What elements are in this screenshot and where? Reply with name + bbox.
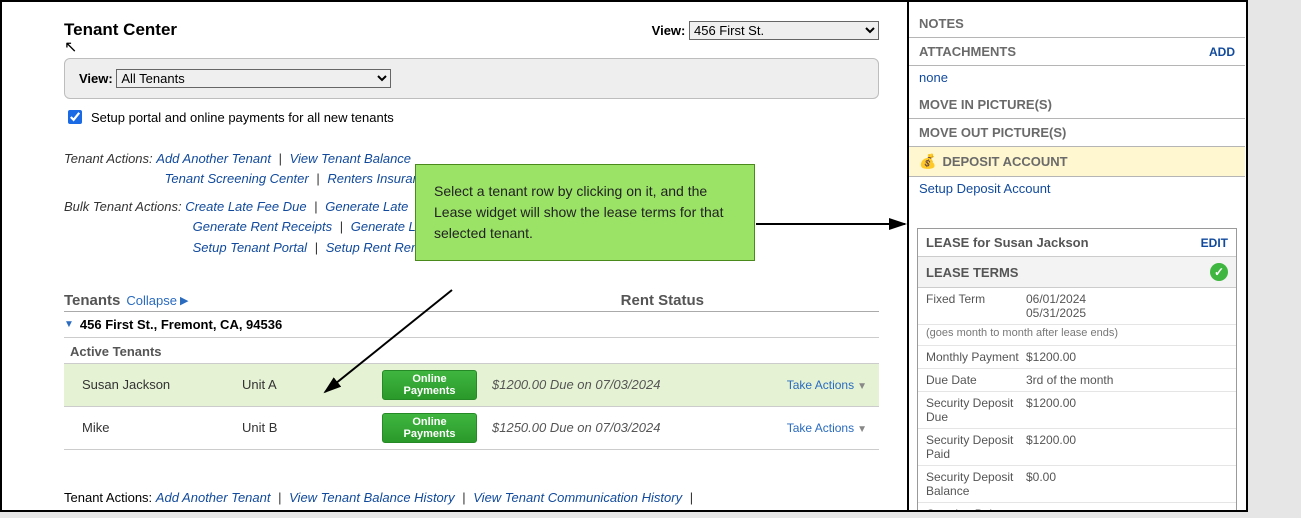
panel-view-label: View: bbox=[79, 71, 113, 86]
tenant-name: Mike bbox=[82, 420, 242, 435]
lt-monthly-k: Monthly Payment bbox=[926, 350, 1026, 364]
check-circle-icon: ✓ bbox=[1210, 263, 1228, 281]
tenant-unit: Unit A bbox=[242, 377, 382, 392]
tenant-name: Susan Jackson bbox=[82, 377, 242, 392]
lt-secpaid-k: Security Deposit Paid bbox=[926, 433, 1026, 461]
link-renters-insurance[interactable]: Renters Insuran bbox=[327, 171, 420, 186]
moneybag-icon: 💰 bbox=[919, 153, 936, 170]
lt-duedate-k: Due Date bbox=[926, 373, 1026, 387]
property-address-row[interactable]: ▼ 456 First St., Fremont, CA, 94536 bbox=[64, 312, 879, 338]
link-add-another-tenant[interactable]: Add Another Tenant bbox=[156, 151, 271, 166]
active-tenants-header: Active Tenants bbox=[64, 338, 879, 364]
deposit-account-heading: DEPOSIT ACCOUNT bbox=[942, 154, 1067, 169]
link-add-another-tenant[interactable]: Add Another Tenant bbox=[156, 490, 271, 505]
link-create-late-fee-due[interactable]: Create Late Fee Due bbox=[185, 199, 306, 214]
attachments-none: none bbox=[909, 66, 1245, 91]
tenant-actions-label: Tenant Actions: bbox=[64, 490, 152, 505]
expand-caret-icon: ▼ bbox=[64, 319, 74, 330]
tenant-rent-status: $1200.00 Due on 07/03/2024 bbox=[492, 377, 752, 392]
setup-portal-label: Setup portal and online payments for all… bbox=[91, 110, 394, 125]
tenant-row[interactable]: Susan Jackson Unit A Online Payments $12… bbox=[64, 364, 879, 407]
property-view-select[interactable]: 456 First St. bbox=[689, 21, 879, 40]
sidebar-movein-heading: MOVE IN PICTURE(S) bbox=[909, 91, 1245, 119]
lt-fixed-term-v: 06/01/202405/31/2025 bbox=[1026, 292, 1228, 320]
sidebar-notes-heading: NOTES bbox=[909, 2, 1245, 38]
online-payments-button[interactable]: Online Payments bbox=[382, 413, 477, 443]
lease-edit-link[interactable]: EDIT bbox=[1201, 236, 1228, 250]
lt-monthly-v: $1200.00 bbox=[1026, 350, 1228, 364]
link-view-tenant-comm-history[interactable]: View Tenant Communication History bbox=[473, 490, 682, 505]
setup-portal-checkbox[interactable] bbox=[68, 110, 82, 124]
bulk-actions-label: Bulk Tenant Actions: bbox=[64, 199, 182, 214]
help-callout: Select a tenant row by clicking on it, a… bbox=[415, 164, 755, 261]
lt-secpaid-v: $1200.00 bbox=[1026, 433, 1228, 461]
add-attachment-link[interactable]: ADD bbox=[1209, 45, 1235, 59]
tenant-actions-label: Tenant Actions: bbox=[64, 151, 153, 166]
link-generate-rent-receipts[interactable]: Generate Rent Receipts bbox=[193, 219, 332, 234]
lt-secbal-k: Security Deposit Balance bbox=[926, 470, 1026, 498]
lt-fixed-note: (goes month to month after lease ends) bbox=[918, 325, 1236, 346]
link-setup-tenant-portal[interactable]: Setup Tenant Portal bbox=[193, 240, 307, 255]
tenant-rent-status: $1250.00 Due on 07/03/2024 bbox=[492, 420, 752, 435]
cursor-icon: ↖ bbox=[64, 37, 77, 57]
view-label: View: bbox=[652, 23, 686, 38]
link-generate-l[interactable]: Generate L bbox=[351, 219, 416, 234]
take-actions-menu[interactable]: Take Actions▼ bbox=[752, 421, 875, 435]
link-tenant-screening-center[interactable]: Tenant Screening Center bbox=[165, 171, 309, 186]
collapse-toggle[interactable]: Collapse bbox=[126, 293, 177, 308]
tenant-filter-panel: View: All Tenants bbox=[64, 58, 879, 99]
lt-openbal-v: - bbox=[1026, 507, 1228, 512]
lt-duedate-v: 3rd of the month bbox=[1026, 373, 1228, 387]
chevron-down-icon: ▼ bbox=[857, 424, 867, 435]
lt-secdue-k: Security Deposit Due bbox=[926, 396, 1026, 424]
tenant-row[interactable]: Mike Unit B Online Payments $1250.00 Due… bbox=[64, 407, 879, 450]
lt-fixed-term-k: Fixed Term bbox=[926, 292, 1026, 320]
lt-secbal-v: $0.00 bbox=[1026, 470, 1228, 498]
lease-for-label: LEASE for Susan Jackson bbox=[926, 235, 1089, 250]
rent-status-heading: Rent Status bbox=[621, 292, 704, 309]
property-address: 456 First St., Fremont, CA, 94536 bbox=[80, 317, 282, 332]
tenant-view-select[interactable]: All Tenants bbox=[116, 69, 391, 88]
link-view-tenant-balance[interactable]: View Tenant Balance bbox=[290, 151, 411, 166]
chevron-down-icon: ▼ bbox=[857, 381, 867, 392]
online-payments-button[interactable]: Online Payments bbox=[382, 370, 477, 400]
link-view-tenant-balance-history[interactable]: View Tenant Balance History bbox=[289, 490, 454, 505]
sidebar-attachments-heading: ATTACHMENTS bbox=[919, 44, 1016, 59]
link-generate-late[interactable]: Generate Late bbox=[325, 199, 408, 214]
lease-widget: LEASE for Susan Jackson EDIT LEASE TERMS… bbox=[917, 228, 1237, 512]
take-actions-menu[interactable]: Take Actions▼ bbox=[752, 378, 875, 392]
lt-openbal-k: Opening Balance bbox=[926, 507, 1026, 512]
sidebar-moveout-heading: MOVE OUT PICTURE(S) bbox=[909, 119, 1245, 147]
lease-terms-heading: LEASE TERMS bbox=[926, 265, 1018, 280]
tenant-unit: Unit B bbox=[242, 420, 382, 435]
link-setup-rent-rem[interactable]: Setup Rent Ren bbox=[326, 240, 419, 255]
collapse-icon: ▶ bbox=[180, 294, 188, 307]
setup-deposit-link[interactable]: Setup Deposit Account bbox=[909, 177, 1245, 202]
page-title: Tenant Center bbox=[64, 20, 177, 40]
tenants-heading: Tenants bbox=[64, 292, 120, 309]
lt-secdue-v: $1200.00 bbox=[1026, 396, 1228, 424]
